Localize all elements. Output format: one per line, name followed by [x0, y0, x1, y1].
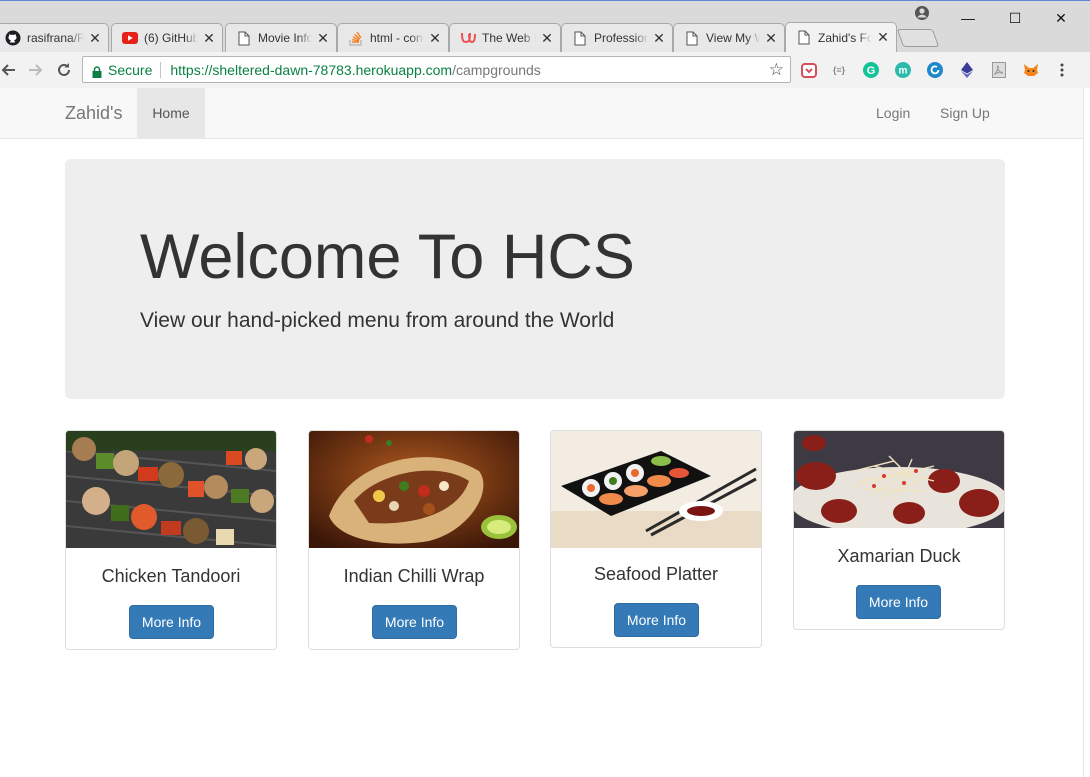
- address-bar[interactable]: Secure https://sheltered-dawn-78783.hero…: [82, 56, 791, 83]
- udemy-icon: [460, 30, 476, 46]
- more-info-button[interactable]: More Info: [129, 605, 214, 639]
- back-button[interactable]: [0, 58, 20, 82]
- window-edge: [1083, 88, 1090, 777]
- tab-title: html - con: [370, 31, 423, 45]
- login-link[interactable]: Login: [876, 105, 910, 121]
- food-image-duck[interactable]: [794, 431, 1004, 528]
- json-formatter-icon[interactable]: {≡}: [830, 61, 848, 79]
- jumbotron: Welcome To HCS View our hand-picked menu…: [65, 159, 1005, 399]
- github-icon: [5, 30, 21, 46]
- refresh-extension-icon[interactable]: [926, 61, 944, 79]
- url-host: https://sheltered-dawn-78783.herokuapp.c…: [170, 61, 453, 78]
- tab-title: View My W: [706, 31, 760, 45]
- page-icon: [236, 30, 252, 46]
- tab-title: Professior: [594, 31, 648, 45]
- page-content: Zahid's Home Login Sign Up Welcome To HC…: [0, 88, 1083, 777]
- food-name: Chicken Tandoori: [101, 566, 241, 586]
- food-image-wrap[interactable]: [309, 431, 519, 548]
- forward-arrow-icon: [29, 64, 43, 76]
- site-navbar: Zahid's Home Login Sign Up: [0, 88, 1083, 139]
- omnibox-separator: [160, 61, 162, 78]
- bookmark-star-icon[interactable]: ☆: [769, 60, 784, 80]
- url-path: /campgrounds: [452, 61, 541, 78]
- close-icon[interactable]: ✕: [88, 30, 102, 47]
- food-card: Chicken Tandoori More Info: [65, 430, 277, 650]
- grammarly-icon[interactable]: G: [862, 61, 880, 79]
- reload-icon: [58, 63, 70, 76]
- tab-title: The Web D: [482, 31, 536, 45]
- page-icon: [572, 30, 588, 46]
- tab-movie-info[interactable]: Movie Info ✕: [225, 23, 337, 52]
- page-icon: [796, 30, 812, 46]
- window-close-button[interactable]: ✕: [1041, 7, 1081, 29]
- pdf-icon[interactable]: [990, 61, 1008, 79]
- close-icon[interactable]: ✕: [428, 30, 442, 47]
- tab-title: Movie Info: [258, 31, 312, 45]
- food-name: Xamarian Duck: [837, 546, 961, 566]
- tab-youtube[interactable]: (6) GitHub ✕: [111, 23, 223, 52]
- tab-title: Zahid's Fo: [818, 30, 872, 45]
- maximize-button[interactable]: ☐: [995, 7, 1035, 29]
- brand-link[interactable]: Zahid's: [65, 103, 122, 124]
- svg-text:G: G: [867, 65, 876, 77]
- tab-title: rasifrana/R: [27, 31, 84, 45]
- profile-icon[interactable]: [914, 5, 930, 21]
- new-tab-button[interactable]: [896, 29, 940, 47]
- stackoverflow-icon: [348, 30, 364, 46]
- jumbotron-heading: Welcome To HCS: [140, 222, 635, 292]
- reload-button[interactable]: [52, 58, 76, 82]
- minimize-button[interactable]: —: [948, 7, 988, 29]
- tab-udemy[interactable]: The Web D ✕: [449, 23, 561, 52]
- forward-button[interactable]: [24, 58, 48, 82]
- mercury-icon[interactable]: m: [894, 61, 912, 79]
- more-info-button[interactable]: More Info: [856, 585, 941, 619]
- jumbotron-subtitle: View our hand-picked menu from around th…: [140, 309, 615, 332]
- svg-text:m: m: [899, 66, 908, 77]
- tab-strip: rasifrana/R ✕ (6) GitHub ✕ Movie Info ✕ …: [0, 1, 1090, 52]
- close-icon[interactable]: ✕: [764, 30, 778, 47]
- tab-title: (6) GitHub: [144, 31, 198, 45]
- page-icon: [684, 30, 700, 46]
- more-info-button[interactable]: More Info: [372, 605, 457, 639]
- metamask-icon[interactable]: [1022, 61, 1040, 79]
- youtube-icon: [122, 30, 138, 46]
- secure-label: Secure: [108, 61, 153, 78]
- food-card: Xamarian Duck More Info: [793, 430, 1005, 630]
- browser-toolbar: Secure https://sheltered-dawn-78783.hero…: [0, 52, 1090, 89]
- tab-zahids-food[interactable]: Zahid's Fo ✕: [785, 22, 897, 52]
- close-icon[interactable]: ✕: [540, 30, 554, 47]
- menu-icon[interactable]: [1053, 61, 1071, 79]
- browser-chrome: rasifrana/R ✕ (6) GitHub ✕ Movie Info ✕ …: [0, 0, 1090, 89]
- close-icon[interactable]: ✕: [202, 30, 216, 47]
- tab-stackoverflow[interactable]: html - con ✕: [337, 23, 449, 52]
- close-icon[interactable]: ✕: [876, 29, 890, 46]
- ethereum-icon[interactable]: [958, 61, 976, 79]
- tab-professional[interactable]: Professior ✕: [561, 23, 673, 52]
- lock-icon: [92, 65, 102, 78]
- food-name: Indian Chilli Wrap: [343, 566, 485, 586]
- food-card: Seafood Platter More Info: [550, 430, 762, 648]
- food-name: Seafood Platter: [593, 564, 719, 584]
- food-card: Indian Chilli Wrap More Info: [308, 430, 520, 650]
- tab-view-my-work[interactable]: View My W ✕: [673, 23, 785, 52]
- food-image-sushi[interactable]: [551, 431, 761, 548]
- signup-link[interactable]: Sign Up: [940, 105, 990, 121]
- tab-github[interactable]: rasifrana/R ✕: [0, 23, 109, 52]
- close-icon[interactable]: ✕: [316, 30, 330, 47]
- more-info-button[interactable]: More Info: [614, 603, 699, 637]
- back-arrow-icon: [1, 64, 15, 76]
- nav-home-link[interactable]: Home: [137, 88, 205, 138]
- pocket-icon[interactable]: [800, 61, 818, 79]
- food-image-skewers[interactable]: [66, 431, 276, 548]
- close-icon[interactable]: ✕: [652, 30, 666, 47]
